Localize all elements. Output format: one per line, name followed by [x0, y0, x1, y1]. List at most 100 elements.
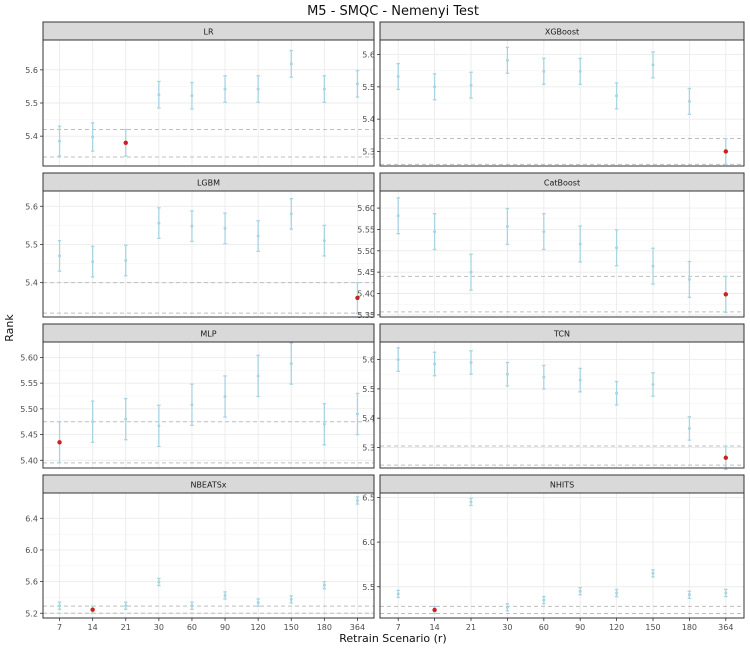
y-tick-label: 5.4 — [25, 279, 38, 288]
mean-point — [615, 591, 619, 595]
y-tick-label: 5.3 — [362, 443, 375, 452]
y-tick-label: 5.6 — [362, 356, 375, 365]
mean-point — [687, 277, 691, 281]
mean-point — [724, 591, 728, 595]
mean-point — [91, 135, 95, 139]
mean-point — [256, 374, 260, 378]
mean-point — [157, 424, 161, 428]
chart-title: M5 - SMQC - Nemenyi Test — [307, 4, 479, 19]
y-tick-label: 5.2 — [25, 609, 38, 618]
mean-point — [505, 58, 509, 62]
x-tick-label: 14 — [430, 623, 440, 632]
mean-point — [157, 580, 161, 584]
mean-point — [190, 403, 194, 407]
y-tick-label: 5.55 — [357, 225, 375, 234]
x-tick-label: 21 — [121, 623, 131, 632]
highlighted-point — [123, 140, 128, 145]
mean-point — [58, 254, 62, 258]
x-tick-label: 120 — [251, 623, 266, 632]
x-tick-label: 150 — [284, 623, 299, 632]
panel-lr: LR 5.4 5.5 5.6 — [25, 21, 375, 167]
facet-strip-label: XGBoost — [545, 28, 579, 37]
x-tick-label: 21 — [466, 623, 476, 632]
y-tick-label: 5.35 — [357, 311, 375, 320]
x-tick-label: 60 — [187, 623, 197, 632]
panel-mlp: MLP 5.40 5.45 5.50 5.55 5.60 — [20, 323, 375, 469]
mean-point — [651, 63, 655, 67]
y-tick-label: 5.50 — [357, 247, 375, 256]
x-tick-label: 30 — [502, 623, 512, 632]
x-tick-label: 14 — [88, 623, 98, 632]
y-tick-label: 5.60 — [357, 204, 375, 213]
facet-strip-label: CatBoost — [544, 179, 580, 188]
y-tick-label: 5.50 — [20, 405, 38, 414]
mean-point — [578, 589, 582, 593]
mean-point — [355, 412, 359, 416]
highlighted-point — [723, 149, 728, 154]
mean-point — [578, 242, 582, 246]
mean-point — [542, 375, 546, 379]
mean-point — [433, 85, 437, 89]
mean-point — [469, 500, 473, 504]
mean-point — [322, 422, 326, 426]
x-tick-label: 120 — [609, 623, 624, 632]
x-tick-label: 90 — [220, 623, 230, 632]
panel-nhits: NHITS 5.5 6.0 6.5 7 14 21 30 60 90 120 150 180 364 — [362, 474, 745, 632]
x-tick-label: 90 — [575, 623, 585, 632]
y-tick-label: 5.5 — [362, 83, 375, 92]
chart-figure: M5 - SMQC - Nemenyi Test Retrain Scenari… — [0, 0, 750, 650]
mean-point — [687, 99, 691, 103]
mean-point — [256, 87, 260, 91]
mean-point — [58, 604, 62, 608]
mean-point — [651, 264, 655, 268]
mean-point — [469, 361, 473, 365]
mean-point — [615, 94, 619, 98]
x-tick-label: 180 — [682, 623, 697, 632]
mean-point — [542, 69, 546, 73]
y-tick-label: 5.6 — [25, 578, 38, 587]
y-tick-label: 5.55 — [20, 379, 38, 388]
mean-point — [396, 75, 400, 79]
mean-point — [578, 378, 582, 382]
facet-strip-label: NHITS — [550, 481, 574, 490]
panel-xgboost: XGBoost 5.3 5.4 5.5 5.6 — [362, 21, 745, 167]
panel-tcn: TCN 5.3 5.4 5.5 5.6 — [362, 323, 745, 471]
y-tick-label: 5.6 — [362, 51, 375, 60]
y-tick-label: 5.45 — [357, 268, 375, 277]
y-axis-title: Rank — [3, 314, 16, 342]
mean-point — [578, 69, 582, 73]
y-tick-label: 5.6 — [25, 66, 38, 75]
y-tick-label: 6.0 — [25, 546, 38, 555]
mean-point — [505, 224, 509, 228]
mean-point — [355, 82, 359, 86]
mean-point — [396, 214, 400, 218]
highlighted-point — [723, 455, 728, 460]
panel-nbeatsx: NBEATSx 5.2 5.6 6.0 6.4 7 14 21 30 60 90 120 150 180 3… — [25, 474, 375, 632]
y-tick-label: 5.40 — [357, 290, 375, 299]
mean-point — [322, 87, 326, 91]
mean-point — [687, 426, 691, 430]
y-tick-label: 5.40 — [20, 456, 38, 465]
mean-point — [289, 212, 293, 216]
x-tick-label: 364 — [718, 623, 733, 632]
y-tick-label: 5.6 — [25, 202, 38, 211]
mean-point — [124, 417, 128, 421]
highlighted-point — [57, 440, 62, 445]
mean-point — [396, 592, 400, 596]
y-tick-label: 5.60 — [20, 353, 38, 362]
highlighted-point — [723, 292, 728, 297]
x-tick-label: 150 — [645, 623, 660, 632]
mean-point — [157, 221, 161, 225]
mean-point — [157, 93, 161, 97]
mean-point — [124, 604, 128, 608]
facet-strip-label: NBEATSx — [190, 481, 226, 490]
highlighted-point — [90, 607, 95, 612]
mean-point — [124, 258, 128, 262]
mean-point — [433, 362, 437, 366]
x-tick-label: 7 — [57, 623, 62, 632]
mean-point — [91, 420, 95, 424]
highlighted-point — [432, 607, 437, 613]
mean-point — [505, 372, 509, 376]
mean-point — [223, 226, 227, 230]
mean-point — [542, 230, 546, 234]
